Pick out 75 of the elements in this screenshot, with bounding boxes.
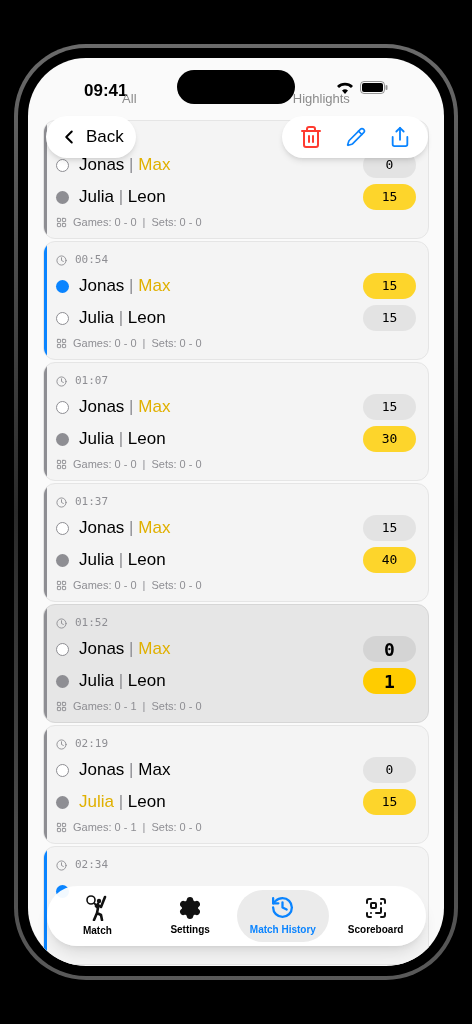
point-card[interactable]: 01:52 Jonas | Max 0 Julia | Leon 1 Games: 0 - 1 | Sets: 0 - 0 <box>43 604 429 723</box>
point-card[interactable]: 00:54 Jonas | Max 15 Julia | Leon 15 Games: 0 - 0 | Sets: 0 - 0 <box>43 241 429 360</box>
score-pill: 15 <box>363 184 416 210</box>
separator-text: | <box>142 819 146 835</box>
separator-text: | <box>142 456 146 472</box>
score-pill: 30 <box>363 426 416 452</box>
grid-icon <box>56 216 67 228</box>
team-names: Jonas | Max <box>79 517 171 540</box>
games-text: Games: 0 - 0 <box>73 214 137 230</box>
team-names: Julia | Leon <box>79 670 166 693</box>
score-pill: 0 <box>363 757 416 783</box>
score-pill: 15 <box>363 273 416 299</box>
grid-icon <box>56 579 67 591</box>
team-names: Jonas | Max <box>79 759 171 782</box>
history-icon <box>270 895 296 920</box>
separator-text: | <box>142 698 146 714</box>
clock-icon <box>56 375 67 387</box>
wifi-icon <box>336 81 354 94</box>
pencil-icon <box>346 127 366 147</box>
point-card[interactable]: 01:37 Jonas | Max 15 Julia | Leon 40 Games: 0 - 0 | Sets: 0 - 0 <box>43 483 429 602</box>
separator-text: | <box>142 577 146 593</box>
games-text: Games: 0 - 1 <box>73 819 137 835</box>
qr-scan-icon <box>363 895 388 920</box>
team-names: Julia | Leon <box>79 186 166 209</box>
games-text: Games: 0 - 1 <box>73 698 137 714</box>
score-pill: 15 <box>363 394 416 420</box>
separator-text: | <box>142 335 146 351</box>
trash-icon <box>299 125 324 149</box>
point-time: 01:07 <box>75 372 109 389</box>
grid-icon <box>56 700 67 712</box>
point-card[interactable]: 01:07 Jonas | Max 15 Julia | Leon 30 Games: 0 - 0 | Sets: 0 - 0 <box>43 362 429 481</box>
clock-icon <box>56 738 67 750</box>
sets-text: Sets: 0 - 0 <box>151 698 202 714</box>
score-pill: 15 <box>363 305 416 331</box>
score-pill: 15 <box>363 789 416 815</box>
tab-item[interactable]: Settings <box>143 890 237 942</box>
score-pill: 15 <box>363 515 416 541</box>
team-names: Julia | Leon <box>79 791 166 814</box>
sets-text: Sets: 0 - 0 <box>151 335 202 351</box>
sets-text: Sets: 0 - 0 <box>151 819 202 835</box>
point-time: 00:54 <box>75 251 109 268</box>
back-button[interactable]: Back <box>46 116 136 158</box>
point-card[interactable]: 02:19 Jonas | Max 0 Julia | Leon 15 Games: 0 - 1 | Sets: 0 - 0 <box>43 725 429 844</box>
grid-icon <box>56 458 67 470</box>
clock-icon <box>56 859 67 871</box>
point-time: 01:37 <box>75 493 109 510</box>
battery-icon <box>360 81 388 94</box>
sets-text: Sets: 0 - 0 <box>151 577 202 593</box>
sets-text: Sets: 0 - 0 <box>151 456 202 472</box>
score-pill: 0 <box>363 636 416 662</box>
team-names: Julia | Leon <box>79 307 166 330</box>
point-time: 02:34 <box>75 856 109 873</box>
games-text: Games: 0 - 0 <box>73 577 137 593</box>
games-text: Games: 0 - 0 <box>73 456 137 472</box>
clock-icon <box>56 254 67 266</box>
clock-icon <box>56 496 67 508</box>
edit-button[interactable] <box>344 125 368 149</box>
tab-item[interactable]: Match <box>51 890 144 942</box>
point-time: 01:52 <box>75 614 109 631</box>
games-text: Games: 0 - 0 <box>73 335 137 351</box>
settings-icon <box>178 895 203 920</box>
clock-icon <box>56 617 67 629</box>
score-pill: 40 <box>363 547 416 573</box>
tab-item[interactable]: Scoreboard <box>329 890 422 942</box>
team-names: Julia | Leon <box>79 428 166 451</box>
team-names: Julia | Leon <box>79 549 166 572</box>
grid-icon <box>56 337 67 349</box>
separator-text: | <box>142 214 146 230</box>
grid-icon <box>56 821 67 833</box>
score-pill: 1 <box>363 668 416 694</box>
point-time: 02:19 <box>75 735 109 752</box>
sets-text: Sets: 0 - 0 <box>151 214 202 230</box>
team-names: Jonas | Max <box>79 396 171 419</box>
team-names: Jonas | Max <box>79 275 171 298</box>
team-names: Jonas | Max <box>79 638 171 661</box>
